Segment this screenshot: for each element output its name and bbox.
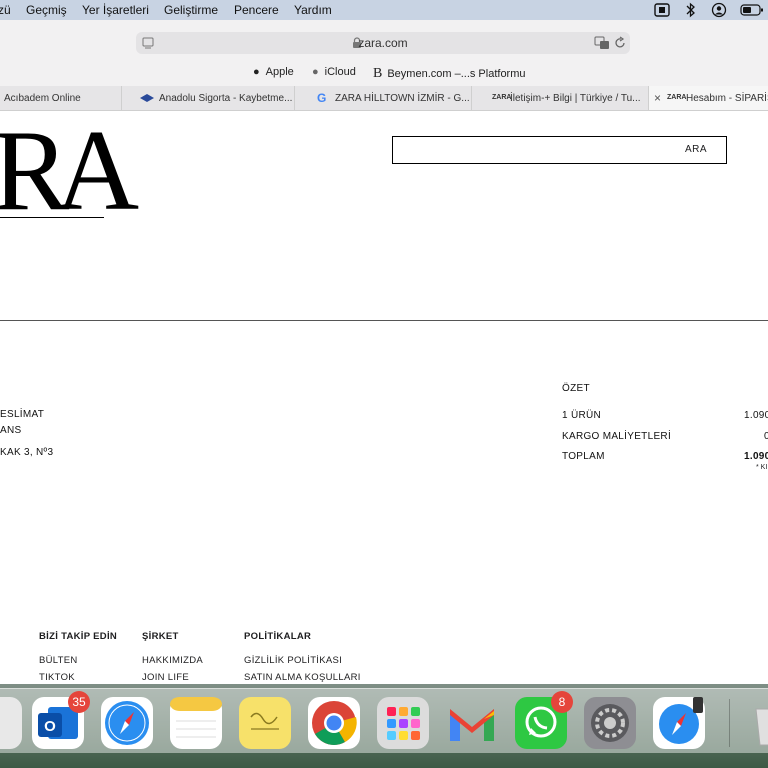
anadolu-sigorta-icon [140, 94, 154, 102]
safari-icon[interactable] [101, 697, 153, 749]
outlook-icon[interactable]: O 35 [32, 691, 90, 749]
summary-items-label: 1 ÜRÜN [562, 410, 602, 421]
address-bar[interactable]: zara.com [136, 32, 630, 54]
delivery-heading: ESLİMAT [0, 409, 45, 420]
translate-icon[interactable] [594, 36, 610, 50]
apple-icon: ● [312, 66, 319, 78]
menu-file-partial[interactable]: zü [0, 3, 11, 17]
system-preferences-icon[interactable] [584, 697, 636, 749]
tab-iletisim[interactable]: ZARA İletişim-+ Bilgi | Türkiye / Tu... [472, 86, 649, 110]
search-label[interactable]: ARA [685, 144, 707, 155]
footer-policies-heading: POLİTİKALAR [244, 631, 312, 642]
logo-underline [0, 217, 104, 218]
notes-icon[interactable] [170, 697, 222, 749]
gmail-icon[interactable] [446, 697, 498, 749]
footer-link-about[interactable]: HAKKIMIZDA [142, 655, 203, 666]
menu-help[interactable]: Yardım [294, 3, 332, 17]
summary-shipping-label: KARGO MALİYETLERİ [562, 431, 672, 442]
favorite-beymen[interactable]: B Beymen.com –...s Platformu [373, 66, 526, 82]
google-icon: G [317, 91, 327, 105]
content-divider [0, 320, 768, 321]
close-tab-icon[interactable]: × [654, 91, 661, 105]
user-account-icon[interactable] [711, 2, 727, 18]
apple-icon: ● [253, 66, 260, 78]
tab-anadolu-sigorta[interactable]: Anadolu Sigorta - Kaybetme... [122, 86, 295, 110]
whatsapp-badge: 8 [551, 691, 573, 713]
summary-shipping-value: 0 [764, 431, 768, 442]
zara-logo[interactable]: RA [0, 113, 139, 229]
footer-link-join-life[interactable]: JOIN LIFE [142, 672, 189, 683]
whatsapp-icon[interactable]: 8 [515, 691, 573, 749]
menu-bookmarks[interactable]: Yer İşaretleri [82, 3, 149, 17]
menubar: zü Geçmiş Yer İşaretleri Geliştirme Penc… [0, 0, 768, 20]
safari-mobile-icon[interactable] [653, 697, 705, 749]
url-text: zara.com [358, 36, 408, 50]
browser-toolbar: zara.com ● Apple ● iCloud B Beymen.com –...… [0, 20, 768, 87]
bluetooth-icon[interactable] [684, 2, 698, 18]
summary-note: * KI [756, 464, 768, 471]
reload-icon[interactable] [614, 36, 626, 50]
zara-icon: ZARA [667, 94, 687, 101]
screen-share-icon[interactable] [654, 2, 670, 18]
footer-link-privacy[interactable]: GİZLİLİK POLİTİKASI [244, 655, 342, 666]
beymen-logo-icon: B [373, 66, 383, 81]
dock-separator [729, 699, 730, 747]
page-content: RA ARA ESLİMAT ANS KAK 3, Nº3 ÖZET 1 ÜRÜ… [0, 111, 768, 684]
footer-link-tiktok[interactable]: TIKTOK [39, 672, 75, 683]
menu-window[interactable]: Pencere [234, 3, 279, 17]
delivery-line-1: ANS [0, 425, 22, 436]
tab-hesabim[interactable]: × ZARA Hesabım - SİPARİŞ [649, 86, 768, 110]
search-field[interactable]: ARA [392, 136, 727, 164]
menu-develop[interactable]: Geliştirme [164, 3, 218, 17]
outlook-badge: 35 [68, 691, 90, 713]
tab-zara-hilltown[interactable]: G ZARA HİLLTOWN İZMİR - G... [295, 86, 472, 110]
trash-icon[interactable] [748, 697, 768, 749]
dock: O 35 8 [0, 688, 768, 753]
launchpad-icon[interactable] [377, 697, 429, 749]
favorite-icloud[interactable]: ● iCloud [312, 66, 356, 78]
stickies-icon[interactable] [239, 697, 291, 749]
summary-total-label: TOPLAM [562, 451, 605, 462]
summary-items-value: 1.090 [744, 410, 768, 421]
footer-link-purchase-terms[interactable]: SATIN ALMA KOŞULLARI [244, 672, 361, 683]
footer-company-heading: ŞİRKET [142, 631, 179, 642]
settings-edge-icon[interactable] [0, 697, 22, 749]
chrome-icon[interactable] [308, 697, 360, 749]
delivery-address: KAK 3, Nº3 [0, 447, 54, 458]
summary-title: ÖZET [562, 383, 590, 394]
svg-text:O: O [44, 718, 56, 735]
zara-icon: ZARA [492, 94, 512, 101]
battery-icon[interactable] [740, 2, 764, 18]
footer-link-newsletter[interactable]: BÜLTEN [39, 655, 78, 666]
search-input[interactable] [397, 140, 671, 160]
favorite-apple[interactable]: ● Apple [253, 66, 294, 78]
menu-history[interactable]: Geçmiş [26, 3, 67, 17]
summary-total-value: 1.090 [744, 451, 768, 462]
footer-follow-heading: BİZİ TAKİP EDİN [39, 631, 118, 642]
